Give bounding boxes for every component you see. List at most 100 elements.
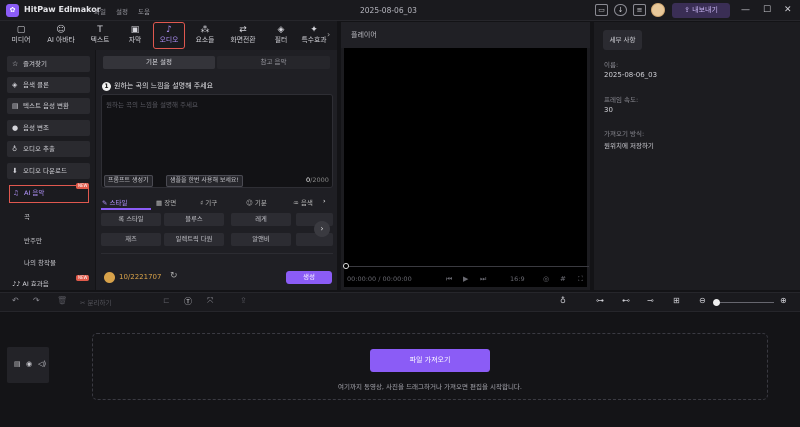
- zoom-slider-handle[interactable]: [713, 299, 720, 306]
- transform-icon[interactable]: ⤧: [207, 296, 213, 306]
- chip-rnb[interactable]: 알앤비: [231, 233, 291, 246]
- zoom-slider[interactable]: [716, 302, 774, 303]
- undo-icon[interactable]: ↶: [12, 296, 19, 305]
- download-icon[interactable]: ↓: [614, 4, 627, 16]
- grid-icon[interactable]: #: [560, 275, 566, 283]
- playhead-handle[interactable]: [343, 263, 349, 269]
- chip-blues[interactable]: 블루스: [164, 213, 224, 226]
- style-tab-label: 스타일: [109, 199, 128, 207]
- zoom-out-icon[interactable]: ⊖: [699, 296, 706, 305]
- tab-reference-music[interactable]: 참고 음악: [217, 56, 330, 69]
- export-frame-icon[interactable]: ⇪: [240, 296, 247, 305]
- style-tabs-next-icon[interactable]: ›: [323, 197, 326, 205]
- menu-file[interactable]: 파일: [94, 6, 106, 16]
- media-icon: ▢: [16, 25, 26, 35]
- counter-max: /2000: [310, 176, 329, 184]
- export-button[interactable]: ⇪ 내보내기: [672, 3, 730, 18]
- tab-transition[interactable]: ⇄ 화면전환: [222, 23, 264, 48]
- music-note-icon: ♪: [166, 25, 172, 35]
- download-icon: ⬇: [12, 167, 18, 175]
- sidebar-item-favorites[interactable]: ☆ 즐겨찾기: [7, 56, 90, 72]
- visibility-icon[interactable]: ◉: [26, 360, 32, 368]
- prompt-generator-button[interactable]: 프롬프트 생성기: [104, 175, 153, 187]
- scrub-track[interactable]: [345, 266, 589, 267]
- text-tool-icon[interactable]: Ⓣ: [184, 296, 192, 307]
- credits-bar: 10/2221707 ↻ 생성: [101, 270, 333, 285]
- tab-details[interactable]: 세부 사항: [603, 30, 642, 50]
- tabs-scroll-right-icon[interactable]: ›: [327, 30, 330, 39]
- minimize-icon[interactable]: —: [741, 4, 750, 16]
- close-icon[interactable]: ✕: [784, 4, 792, 16]
- audio-icon[interactable]: ◁): [38, 360, 46, 368]
- split-label: 분리하기: [87, 299, 112, 307]
- fps-value: 30: [604, 106, 613, 114]
- snapshot-icon[interactable]: ◎: [543, 275, 549, 283]
- tab-ai-avatar[interactable]: ☺ AI 아바타: [42, 23, 80, 48]
- chip-electronic[interactable]: 일렉트릭 다원: [164, 233, 224, 246]
- sidebar-item-audio-download[interactable]: ⬇ 오디오 다운로드: [7, 163, 90, 179]
- sidebar-subitem-my-creations[interactable]: 나의 창작물: [24, 257, 56, 267]
- link-icon[interactable]: ⊶: [596, 296, 604, 305]
- drop-hint: 여기까지 동영상, 사진을 드래그하거나 가져오면 편집을 시작합니다.: [338, 383, 522, 391]
- divider: [101, 253, 333, 261]
- tab-elements[interactable]: ⁂ 요소들: [186, 23, 224, 48]
- audio-sidebar: ☆ 즐겨찾기 ◈ 음색 클론 ▤ 텍스트 음성 변환 ● 음성 변조 ♁ 오디오 추출 ⬇…: [0, 50, 95, 290]
- menu-settings[interactable]: 설정: [116, 6, 128, 16]
- prev-frame-icon[interactable]: ⏮: [446, 275, 452, 284]
- avatar[interactable]: [651, 3, 665, 17]
- tab-text[interactable]: T 텍스트: [81, 23, 119, 48]
- fit-icon[interactable]: ⊞: [673, 296, 680, 305]
- sidebar-item-voice-clone[interactable]: ◈ 음색 클론: [7, 77, 90, 93]
- tab-basic-settings[interactable]: 기본 설정: [103, 56, 215, 69]
- chip-more[interactable]: [296, 233, 333, 246]
- video-preview[interactable]: [344, 48, 587, 287]
- refresh-icon[interactable]: ↻: [170, 271, 178, 281]
- mood-icon: ☺: [246, 199, 255, 207]
- microphone-icon[interactable]: ♁: [560, 296, 566, 305]
- chip-reggae[interactable]: 레게: [231, 213, 291, 226]
- sidebar-item-voice-changer[interactable]: ● 음성 변조: [7, 120, 90, 136]
- tab-instrument[interactable]: ♯ 기구: [200, 197, 217, 207]
- sidebar-item-audio-extract[interactable]: ♁ 오디오 추출: [7, 141, 90, 157]
- sample-button[interactable]: 샘플을 한번 사용해 보세요!: [166, 175, 243, 187]
- crop-icon[interactable]: ⊏: [163, 296, 170, 305]
- tab-style[interactable]: ✎ 스타일: [102, 197, 127, 207]
- voice-changer-icon: ●: [12, 124, 19, 132]
- redo-icon[interactable]: ↷: [33, 296, 40, 305]
- chip-rock[interactable]: 록 스타일: [101, 213, 161, 226]
- fullscreen-icon[interactable]: ⛶: [578, 275, 583, 284]
- chip-jazz[interactable]: 재즈: [101, 233, 161, 246]
- magnet-icon[interactable]: ⊸: [647, 296, 654, 305]
- sidebar-subitem-song[interactable]: 곡: [24, 211, 30, 221]
- play-icon[interactable]: ▶: [463, 275, 468, 283]
- upload-icon: ⇪: [684, 6, 693, 14]
- tab-audio[interactable]: ♪ 오디오: [153, 22, 185, 49]
- chips-next-icon[interactable]: ›: [314, 221, 330, 237]
- import-file-button[interactable]: 파일 가져오기: [370, 349, 490, 372]
- layout-icon[interactable]: ▭: [595, 4, 608, 16]
- generate-button[interactable]: 생성: [286, 271, 332, 284]
- zoom-in-icon[interactable]: ⊕: [780, 296, 787, 305]
- menu-help[interactable]: 도움: [138, 6, 150, 16]
- tab-mood[interactable]: ☺ 기분: [246, 197, 267, 207]
- tab-timbre[interactable]: ♒ 음색: [293, 197, 313, 207]
- split-button[interactable]: ✂ 분리하기: [80, 297, 111, 307]
- tab-label: 미디어: [11, 36, 31, 44]
- tab-scene[interactable]: ▦ 장면: [156, 197, 176, 207]
- sidebar-subitem-instrumental[interactable]: 반주만: [24, 235, 42, 245]
- sidebar-item-ai-sfx[interactable]: ♪♪ AI 효과음: [12, 278, 49, 288]
- maximize-icon[interactable]: ☐: [763, 4, 771, 16]
- prompt-textarea[interactable]: 원하는 곡의 느낌을 설명해 주세요: [101, 94, 333, 188]
- delete-icon[interactable]: 🗑: [57, 296, 67, 305]
- snap-icon[interactable]: ⊷: [622, 296, 630, 305]
- message-icon[interactable]: ≡: [633, 4, 646, 16]
- sidebar-item-label: 음성 변조: [23, 124, 49, 132]
- aspect-ratio[interactable]: 16:9: [510, 275, 525, 283]
- track-icon[interactable]: ▤: [14, 360, 21, 368]
- sidebar-item-tts[interactable]: ▤ 텍스트 음성 변환: [7, 98, 90, 114]
- tab-media[interactable]: ▢ 미디어: [2, 23, 40, 48]
- player-header: 플레이어: [341, 22, 590, 48]
- next-frame-icon[interactable]: ⏭: [480, 275, 486, 284]
- tab-subtitle[interactable]: ▣ 자막: [116, 23, 154, 48]
- tab-filter[interactable]: ◈ 필터: [262, 23, 300, 48]
